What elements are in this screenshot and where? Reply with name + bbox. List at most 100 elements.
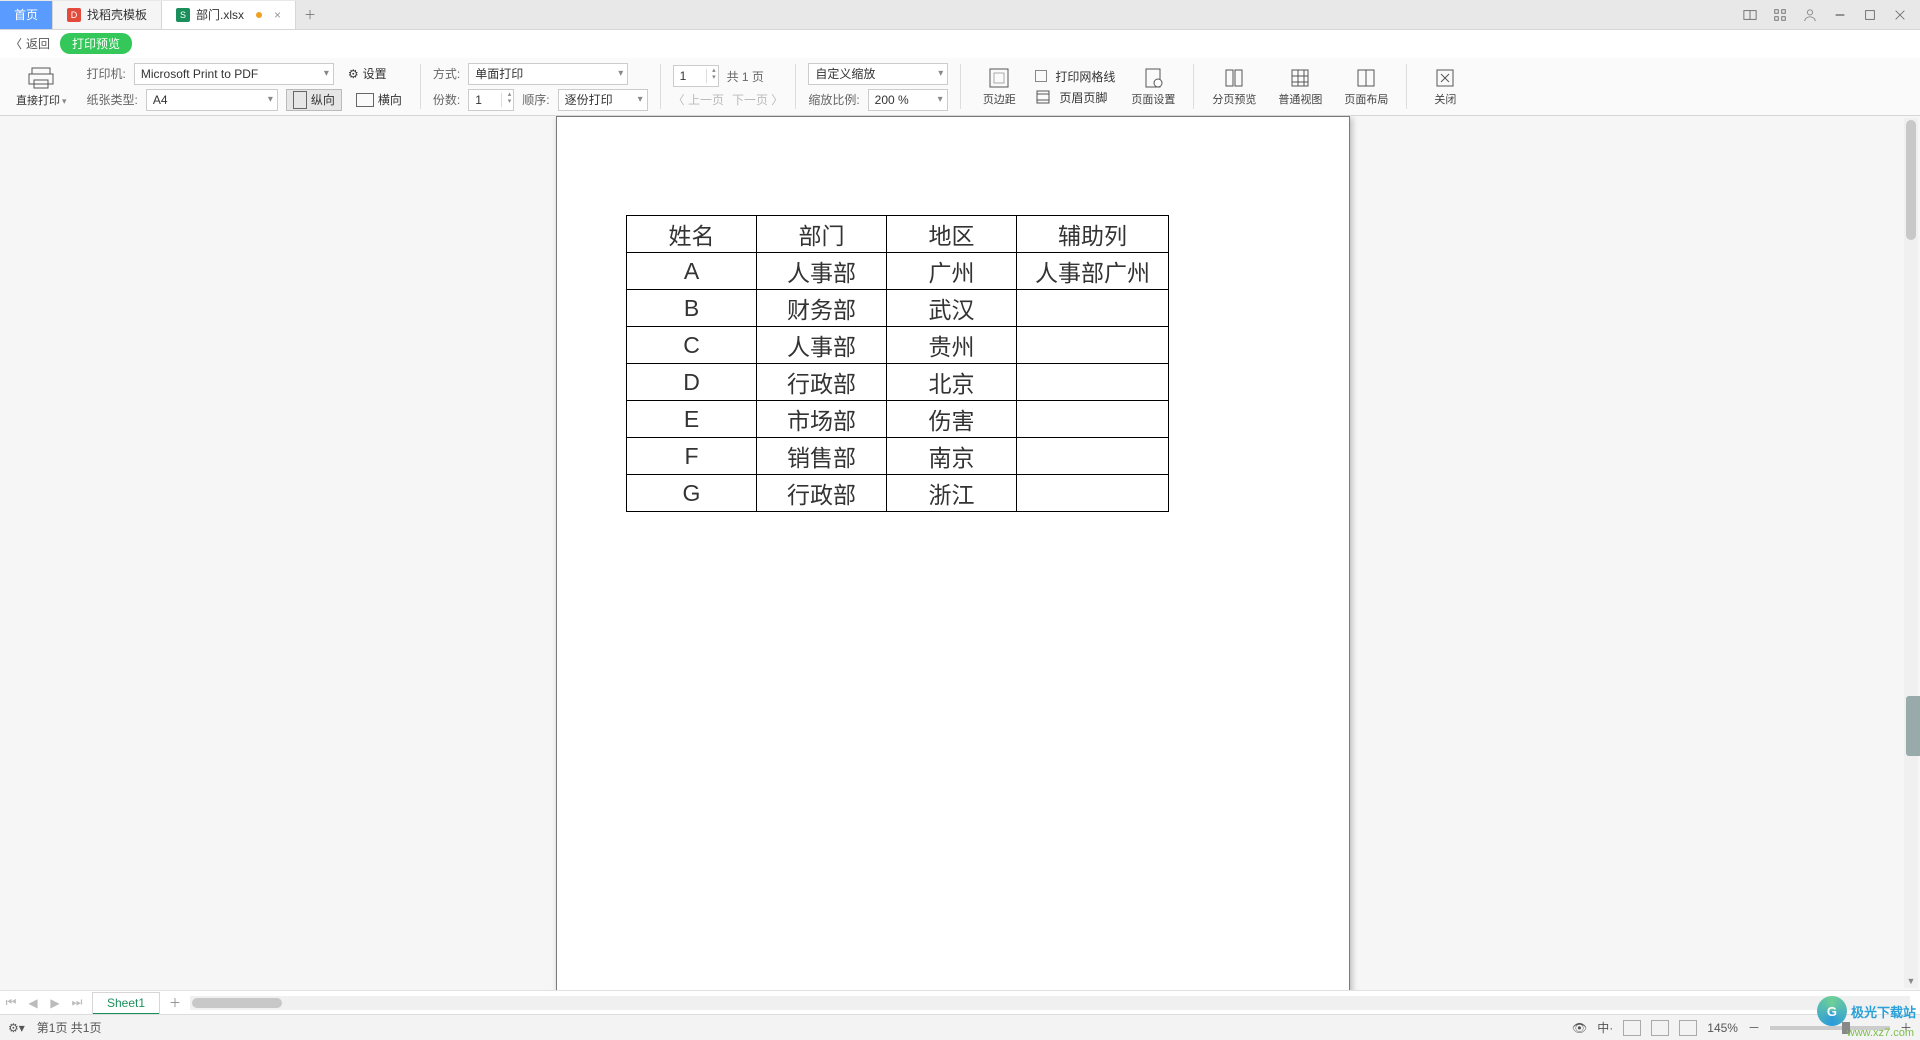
- maximize-button[interactable]: [1856, 3, 1884, 27]
- copies-spinner[interactable]: 1▴▾: [468, 89, 514, 111]
- table-header-row: 姓名 部门 地区 辅助列: [627, 216, 1169, 253]
- header-footer-label: 页眉页脚: [1059, 89, 1107, 106]
- print-mode-group: 方式: 单面打印 份数: 1▴▾ 顺序: 逐份打印: [433, 62, 648, 111]
- sheet-add-button[interactable]: ＋: [164, 992, 186, 1014]
- tab-file[interactable]: S 部门.xlsx ×: [162, 1, 296, 29]
- printer-select[interactable]: Microsoft Print to PDF: [134, 63, 334, 85]
- table-row: F销售部南京: [627, 438, 1169, 475]
- view-break-button[interactable]: [1679, 1020, 1697, 1036]
- tab-home-label: 首页: [14, 6, 38, 23]
- close-preview-button[interactable]: 关闭: [1419, 62, 1471, 111]
- ribbon: 直接打印▾ 打印机: Microsoft Print to PDF ⚙ 设置 纸…: [0, 58, 1920, 116]
- zoom-group: 自定义缩放 缩放比例: 200 %: [808, 62, 948, 111]
- order-value: 逐份打印: [565, 91, 613, 108]
- page-setup-label: 页面设置: [1131, 91, 1175, 107]
- mode-pill: 打印预览: [60, 33, 132, 54]
- separator: [1193, 64, 1194, 109]
- normal-view-button[interactable]: 普通视图: [1272, 62, 1328, 111]
- settings-status-icon[interactable]: ⚙▾: [8, 1021, 25, 1035]
- header-row: 〈 返回 打印预览: [0, 30, 1920, 58]
- mode-select[interactable]: 单面打印: [468, 63, 628, 85]
- normal-view-icon: [1288, 67, 1312, 89]
- page-layout-button[interactable]: 页面布局: [1338, 62, 1394, 111]
- scroll-thumb[interactable]: [1906, 120, 1916, 240]
- order-select[interactable]: 逐份打印: [558, 89, 648, 111]
- next-page-button[interactable]: 下一页 〉: [732, 91, 783, 108]
- minimize-button[interactable]: [1826, 3, 1854, 27]
- tab-add-button[interactable]: ＋: [296, 1, 324, 29]
- page-number-input[interactable]: 1▴▾: [673, 65, 719, 87]
- template-icon: D: [67, 8, 81, 22]
- header-footer-button[interactable]: 页眉页脚: [1035, 89, 1115, 106]
- eye-icon[interactable]: 👁: [1572, 1021, 1587, 1035]
- vertical-scrollbar[interactable]: ▲ ▼: [1904, 118, 1918, 988]
- page-layout-icon: [1354, 67, 1378, 89]
- printer-label: 打印机:: [87, 65, 126, 82]
- paper-type-value: A4: [153, 93, 168, 107]
- view-normal-button[interactable]: [1623, 1020, 1641, 1036]
- page-break-label: 分页预览: [1212, 91, 1256, 107]
- appearance-icon[interactable]: [1736, 3, 1764, 27]
- zoom-ratio-label: 缩放比例:: [808, 91, 859, 108]
- paper-type-select[interactable]: A4: [146, 89, 278, 111]
- next-page-label: 下一页: [732, 93, 768, 107]
- direct-print-button[interactable]: 直接打印▾: [6, 62, 77, 111]
- back-label: 返回: [26, 35, 50, 52]
- table-row: D行政部北京: [627, 364, 1169, 401]
- portrait-button[interactable]: 纵向: [286, 89, 342, 111]
- page-break-preview-button[interactable]: 分页预览: [1206, 62, 1262, 111]
- zoom-ratio-select[interactable]: 200 %: [868, 89, 948, 111]
- page-layout-label: 页面布局: [1344, 91, 1388, 107]
- grid-icon[interactable]: [1766, 3, 1794, 27]
- horizontal-scrollbar[interactable]: [186, 996, 1920, 1010]
- tab-close-icon[interactable]: ×: [274, 8, 281, 22]
- zoom-mode-select[interactable]: 自定义缩放: [808, 63, 948, 85]
- zoom-out-button[interactable]: －: [1748, 1019, 1760, 1036]
- portrait-icon: [293, 91, 307, 109]
- margins-button[interactable]: 页边距: [973, 62, 1025, 111]
- close-button[interactable]: [1886, 3, 1914, 27]
- data-table: 姓名 部门 地区 辅助列 A人事部广州人事部广州 B财务部武汉 C人事部贵州 D…: [626, 215, 1169, 512]
- preview-canvas[interactable]: 姓名 部门 地区 辅助列 A人事部广州人事部广州 B财务部武汉 C人事部贵州 D…: [0, 116, 1920, 990]
- zoom-ratio-value: 200 %: [875, 93, 909, 107]
- gridlines-label: 打印网格线: [1055, 68, 1115, 85]
- side-panel-handle[interactable]: [1906, 696, 1920, 756]
- tab-template-label: 找稻壳模板: [87, 6, 147, 23]
- gear-icon: ⚙: [348, 67, 359, 81]
- table-row: A人事部广州人事部广州: [627, 253, 1169, 290]
- tab-home[interactable]: 首页: [0, 1, 53, 29]
- tab-bar: 首页 D 找稻壳模板 S 部门.xlsx × ＋: [0, 0, 1920, 30]
- margins-icon: [987, 67, 1011, 89]
- sheet-tab-active[interactable]: Sheet1: [92, 992, 160, 1014]
- lang-indicator[interactable]: 中·: [1597, 1019, 1613, 1036]
- tab-template[interactable]: D 找稻壳模板: [53, 1, 162, 29]
- header-cell: 部门: [757, 216, 887, 253]
- watermark: G 极光下载站 www.xz7.com: [1817, 996, 1916, 1026]
- hscroll-thumb[interactable]: [192, 998, 282, 1008]
- settings-button[interactable]: ⚙ 设置: [342, 63, 393, 85]
- sheet-tab-bar: ⏮ ◀ ▶ ⏭ Sheet1 ＋: [0, 990, 1920, 1014]
- gridlines-checkbox[interactable]: [1035, 70, 1047, 82]
- sheet-nav-next[interactable]: ▶: [44, 992, 66, 1014]
- normal-view-label: 普通视图: [1278, 91, 1322, 107]
- sheet-nav-last[interactable]: ⏭: [66, 992, 88, 1014]
- page-nav-group: 1▴▾ 共 1 页 〈 上一页 下一页 〉: [673, 62, 784, 111]
- page-number-value: 1: [680, 69, 687, 83]
- back-button[interactable]: 〈 返回: [10, 35, 50, 52]
- printer-value: Microsoft Print to PDF: [141, 67, 258, 81]
- sheet-nav-prev[interactable]: ◀: [22, 992, 44, 1014]
- page-setup-button[interactable]: 页面设置: [1125, 62, 1181, 111]
- user-icon[interactable]: [1796, 3, 1824, 27]
- landscape-label: 横向: [378, 91, 402, 108]
- view-page-button[interactable]: [1651, 1020, 1669, 1036]
- zoom-value[interactable]: 145%: [1707, 1021, 1738, 1035]
- table-row: G行政部浙江: [627, 475, 1169, 512]
- sheet-tab-label: Sheet1: [107, 996, 145, 1010]
- prev-page-label: 上一页: [688, 93, 724, 107]
- prev-page-button[interactable]: 〈 上一页: [673, 91, 724, 108]
- separator: [420, 64, 421, 109]
- sheet-nav-first[interactable]: ⏮: [0, 992, 22, 1014]
- close-icon: [1433, 67, 1457, 89]
- landscape-button[interactable]: 横向: [350, 89, 408, 111]
- scroll-down-icon[interactable]: ▼: [1904, 974, 1918, 988]
